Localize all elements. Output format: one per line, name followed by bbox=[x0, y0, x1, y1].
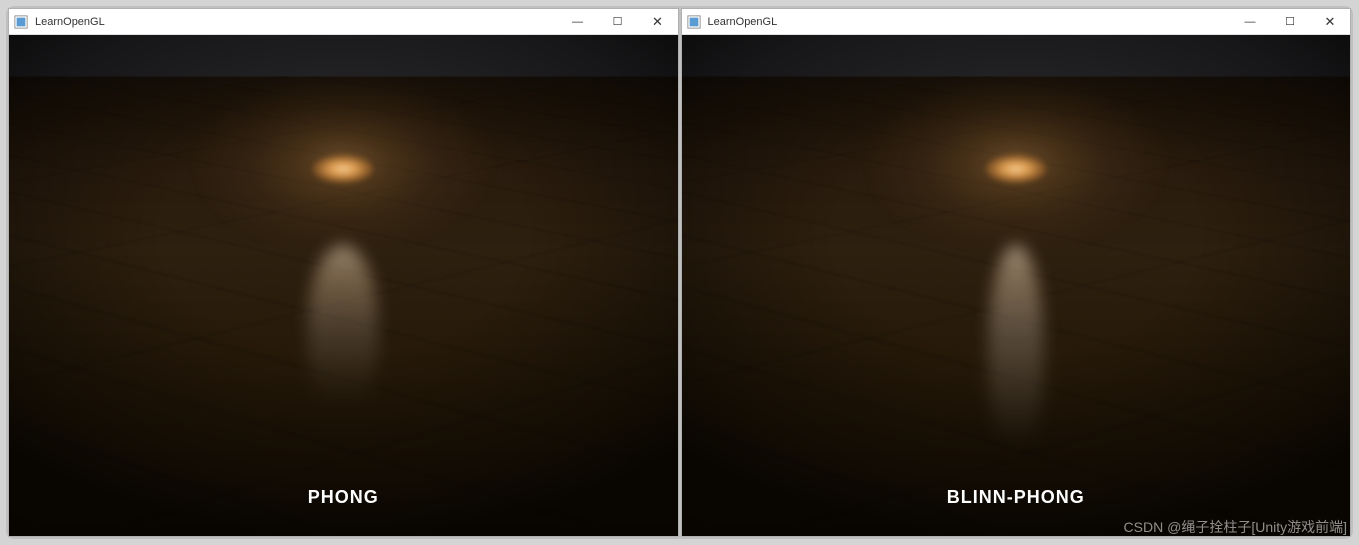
app-icon bbox=[686, 14, 702, 30]
comparison-container: LearnOpenGL — ☐ ✕ PHONG LearnOpenGL — ☐ bbox=[6, 6, 1353, 539]
window-title: LearnOpenGL bbox=[708, 16, 1231, 28]
close-button[interactable]: ✕ bbox=[1310, 9, 1350, 34]
window-blinn-phong: LearnOpenGL — ☐ ✕ BLINN-PHONG bbox=[681, 8, 1352, 537]
wood-floor bbox=[9, 76, 678, 536]
shading-model-label: BLINN-PHONG bbox=[947, 487, 1085, 508]
wood-floor bbox=[682, 76, 1351, 536]
render-viewport-phong[interactable]: PHONG bbox=[9, 35, 678, 536]
titlebar[interactable]: LearnOpenGL — ☐ ✕ bbox=[9, 9, 678, 35]
minimize-button[interactable]: — bbox=[1230, 9, 1270, 34]
maximize-button[interactable]: ☐ bbox=[1270, 9, 1310, 34]
render-viewport-blinn-phong[interactable]: BLINN-PHONG bbox=[682, 35, 1351, 536]
close-button[interactable]: ✕ bbox=[638, 9, 678, 34]
window-title: LearnOpenGL bbox=[35, 16, 558, 28]
watermark-text: CSDN @绳子拴柱子[Unity游戏前端] bbox=[1124, 517, 1347, 537]
minimize-button[interactable]: — bbox=[558, 9, 598, 34]
window-controls: — ☐ ✕ bbox=[1230, 9, 1350, 34]
window-controls: — ☐ ✕ bbox=[558, 9, 678, 34]
titlebar[interactable]: LearnOpenGL — ☐ ✕ bbox=[682, 9, 1351, 35]
maximize-button[interactable]: ☐ bbox=[598, 9, 638, 34]
app-icon bbox=[13, 14, 29, 30]
shading-model-label: PHONG bbox=[308, 487, 379, 508]
window-phong: LearnOpenGL — ☐ ✕ PHONG bbox=[8, 8, 679, 537]
